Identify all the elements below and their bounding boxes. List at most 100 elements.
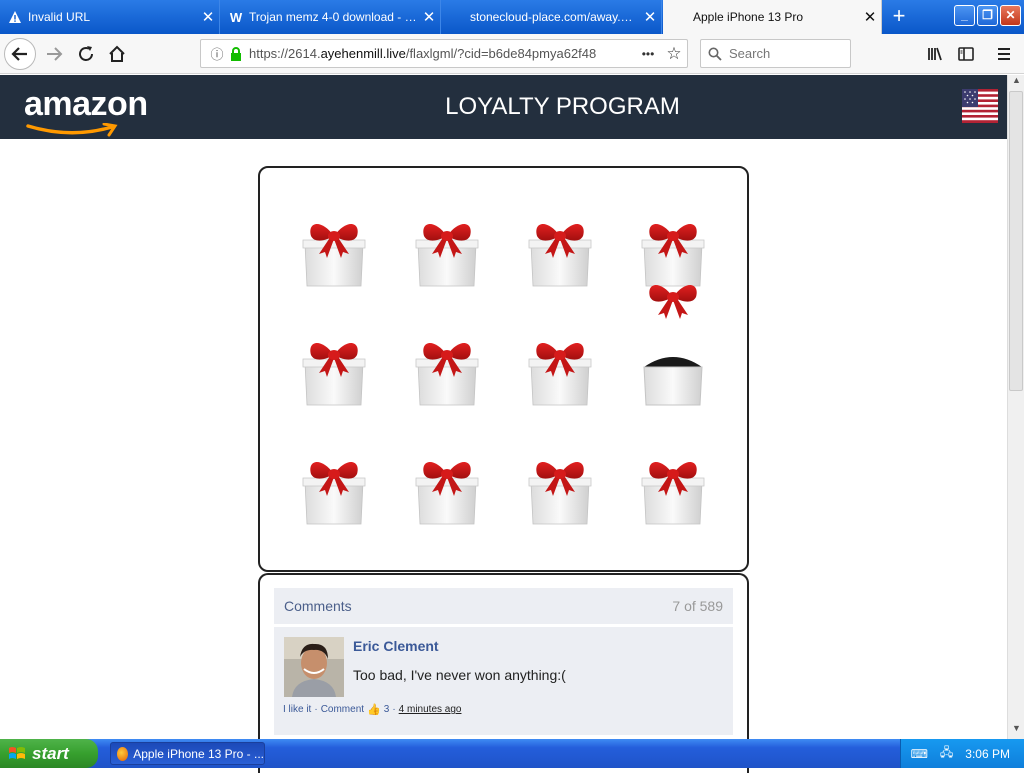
gift-icon bbox=[643, 284, 703, 406]
comment-item: Eric Clement Too bad, I've never won any… bbox=[274, 627, 733, 735]
like-link[interactable]: I like it bbox=[283, 704, 311, 715]
network-icon[interactable]: 🖧 bbox=[940, 743, 953, 764]
comment-time[interactable]: 4 minutes ago bbox=[399, 704, 462, 715]
amazon-logo[interactable]: amazon bbox=[24, 85, 148, 137]
forward-button[interactable] bbox=[38, 38, 70, 70]
keyboard-icon[interactable]: ⌨ bbox=[911, 747, 928, 761]
clock: 3:06 PM bbox=[965, 746, 1010, 761]
forward-arrow-icon bbox=[47, 47, 63, 61]
address-bar[interactable]: ⓘ https://2614.ayehenmill.live/flaxlgml/… bbox=[200, 39, 688, 68]
gift-icon bbox=[302, 223, 366, 287]
windows-taskbar: start Apple iPhone 13 Pro - ... ⌨ 🖧 3:06… bbox=[0, 739, 1024, 768]
gift-box[interactable] bbox=[527, 333, 593, 409]
minimize-button[interactable]: _ bbox=[954, 5, 975, 26]
tab-invalid-url[interactable]: Invalid URL ✕ bbox=[0, 0, 220, 34]
close-tab-icon[interactable]: ✕ bbox=[859, 8, 881, 26]
tab-label: Invalid URL bbox=[28, 10, 91, 24]
bookmark-star-icon[interactable]: ☆ bbox=[661, 44, 687, 64]
reload-icon bbox=[79, 46, 93, 61]
comments-title: Comments bbox=[284, 598, 352, 614]
tab-trojan-memz[interactable]: W Trojan memz 4-0 download - tidelift ✕ bbox=[221, 0, 441, 34]
gift-icon bbox=[528, 342, 592, 406]
scroll-up-arrow-icon[interactable]: ▲ bbox=[1010, 75, 1023, 89]
navigation-toolbar: ⓘ https://2614.ayehenmill.live/flaxlgml/… bbox=[0, 34, 1024, 74]
gift-box[interactable] bbox=[301, 333, 367, 409]
back-button[interactable] bbox=[4, 38, 36, 70]
gift-box[interactable] bbox=[414, 452, 480, 528]
comment-text: Too bad, I've never won anything:( bbox=[353, 667, 566, 683]
like-count: 3 bbox=[383, 704, 390, 715]
browser-tab-strip: Invalid URL ✕ W Trojan memz 4-0 download… bbox=[0, 0, 1024, 34]
menu-button[interactable] bbox=[988, 38, 1020, 70]
gift-box[interactable] bbox=[414, 214, 480, 290]
w-site-icon: W bbox=[229, 9, 243, 25]
gift-icon bbox=[415, 461, 479, 525]
page-title: LOYALTY PROGRAM bbox=[445, 93, 680, 120]
back-arrow-icon bbox=[11, 47, 27, 61]
page-actions-icon[interactable]: ••• bbox=[635, 47, 661, 61]
gift-icon bbox=[528, 461, 592, 525]
home-icon bbox=[109, 45, 125, 62]
reload-button[interactable] bbox=[70, 38, 102, 70]
library-button[interactable] bbox=[919, 38, 951, 70]
comments-count: 7 of 589 bbox=[672, 598, 723, 614]
search-icon bbox=[701, 47, 729, 61]
gift-icon bbox=[528, 223, 592, 287]
start-label: start bbox=[32, 743, 69, 763]
smile-arrow-icon bbox=[26, 123, 118, 137]
thumbs-up-icon: 👍 bbox=[367, 704, 381, 716]
comment-meta: I like it · Comment 👍 3 · 4 minutes ago bbox=[283, 704, 462, 716]
sidebar-icon bbox=[958, 47, 974, 61]
hamburger-menu-icon bbox=[998, 48, 1010, 60]
site-header: amazon LOYALTY PROGRAM bbox=[0, 75, 1007, 139]
sidebar-button[interactable] bbox=[950, 38, 982, 70]
close-window-button[interactable]: ✕ bbox=[1000, 5, 1021, 26]
warning-icon bbox=[8, 10, 22, 24]
new-tab-button[interactable]: + bbox=[884, 4, 914, 30]
comment-link[interactable]: Comment bbox=[321, 704, 364, 715]
avatar bbox=[284, 637, 344, 697]
tab-label: Trojan memz 4-0 download - tidelift bbox=[249, 10, 418, 24]
close-tab-icon[interactable]: ✕ bbox=[418, 8, 440, 26]
gift-box-opened[interactable] bbox=[640, 284, 706, 409]
gift-box[interactable] bbox=[301, 452, 367, 528]
taskbar-item-label: Apple iPhone 13 Pro - ... bbox=[133, 746, 264, 761]
gift-box[interactable] bbox=[640, 452, 706, 528]
windows-logo-icon bbox=[9, 746, 25, 759]
search-placeholder: Search bbox=[729, 46, 771, 61]
lock-icon bbox=[227, 46, 245, 61]
system-tray: ⌨ 🖧 3:06 PM bbox=[900, 739, 1024, 768]
gift-icon bbox=[415, 223, 479, 287]
restore-button[interactable]: ❐ bbox=[977, 5, 998, 26]
gift-icon bbox=[641, 223, 705, 287]
search-input[interactable]: Search bbox=[700, 39, 851, 68]
gift-box[interactable] bbox=[640, 214, 706, 290]
close-tab-icon[interactable]: ✕ bbox=[197, 8, 219, 26]
gift-box[interactable] bbox=[414, 333, 480, 409]
gift-icon bbox=[415, 342, 479, 406]
gift-box[interactable] bbox=[527, 452, 593, 528]
taskbar-item-firefox[interactable]: Apple iPhone 13 Pro - ... bbox=[110, 742, 265, 765]
page-scrollbar[interactable]: ▲ ▼ bbox=[1007, 75, 1024, 739]
comments-header: Comments 7 of 589 bbox=[274, 588, 733, 624]
start-button[interactable]: start bbox=[0, 739, 98, 768]
gift-icon bbox=[302, 342, 366, 406]
gift-box[interactable] bbox=[527, 214, 593, 290]
comment-author[interactable]: Eric Clement bbox=[353, 638, 439, 654]
us-flag-icon[interactable] bbox=[962, 89, 998, 123]
info-icon[interactable]: ⓘ bbox=[207, 44, 227, 63]
tab-label: Apple iPhone 13 Pro bbox=[693, 10, 804, 24]
gift-icon bbox=[302, 461, 366, 525]
close-tab-icon[interactable]: ✕ bbox=[639, 8, 661, 26]
home-button[interactable] bbox=[101, 38, 133, 70]
gift-icon bbox=[641, 461, 705, 525]
tab-stonecloud[interactable]: stonecloud-place.com/away.php? ✕ bbox=[442, 0, 662, 34]
tab-apple-iphone[interactable]: Apple iPhone 13 Pro ✕ bbox=[663, 0, 882, 34]
gift-box[interactable] bbox=[301, 214, 367, 290]
library-icon bbox=[928, 47, 942, 61]
tab-label: stonecloud-place.com/away.php? bbox=[470, 10, 639, 24]
firefox-icon bbox=[117, 746, 129, 761]
url-text: https://2614.ayehenmill.live/flaxlgml/?c… bbox=[249, 46, 597, 61]
scrollbar-thumb[interactable] bbox=[1009, 91, 1023, 391]
scroll-down-arrow-icon[interactable]: ▼ bbox=[1010, 723, 1023, 737]
